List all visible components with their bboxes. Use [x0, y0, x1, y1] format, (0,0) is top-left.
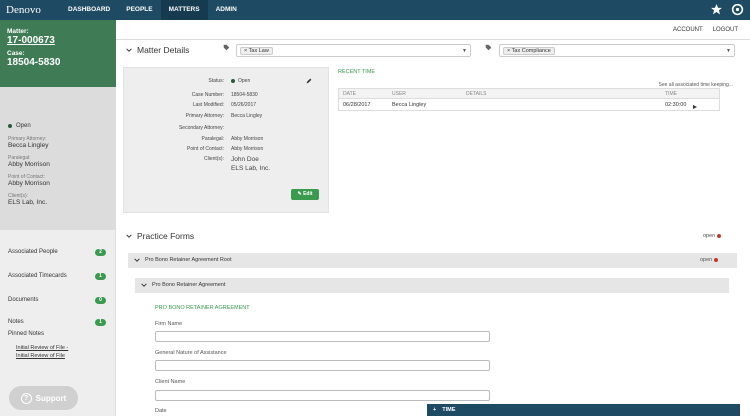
- practice-forms-header[interactable]: Practice Forms: [126, 231, 194, 241]
- form-root-row[interactable]: Pro Bono Retainer Agreement Root open: [128, 253, 737, 268]
- matter-number[interactable]: 17-000673: [7, 35, 109, 46]
- recent-time-title: RECENT TIME: [338, 69, 376, 75]
- pinned-note-link[interactable]: Initial Review of File: [0, 352, 116, 360]
- form-sub-row[interactable]: Pro Bono Retainer Agreement: [135, 278, 729, 293]
- pinned-note-link[interactable]: Initial Review of File -: [0, 344, 116, 352]
- firm-name-input[interactable]: [155, 331, 490, 342]
- table-header: DATE USER DETAILS TIME: [339, 89, 719, 99]
- sidebar-item-associated-timecards[interactable]: Associated Timecards 1: [0, 264, 116, 288]
- matter-header: Matter: 17-000673 Case: 18504-5830: [0, 20, 116, 87]
- sidebar-item-documents[interactable]: Documents 0: [0, 288, 116, 312]
- client-name-input[interactable]: [155, 390, 490, 401]
- chevron-down-icon: [141, 283, 147, 287]
- time-bar[interactable]: + TIME: [427, 404, 740, 416]
- gear-icon[interactable]: [731, 3, 744, 16]
- top-nav: Denovo DASHBOARD PEOPLE MATTERS ADMIN: [0, 0, 750, 20]
- tag-chip[interactable]: × Tax Law: [240, 47, 273, 55]
- matter-details-header[interactable]: Matter Details: [126, 45, 189, 55]
- sidebar-item-notes[interactable]: Notes 1: [0, 318, 116, 330]
- open-indicator: open: [703, 233, 722, 239]
- sidebar-list: Associated People 2 Associated Timecards…: [0, 240, 116, 360]
- logout-link[interactable]: LOGOUT: [713, 27, 738, 33]
- chevron-down-icon: [126, 48, 132, 52]
- tag-chip[interactable]: × Tax Compliance: [503, 47, 555, 55]
- count-badge: 1: [95, 272, 106, 280]
- case-number: 18504-5830: [7, 57, 61, 68]
- nature-label: General Nature of Assistance: [155, 350, 227, 356]
- status-dot-icon: [231, 79, 235, 83]
- tab-matters[interactable]: MATTERS: [160, 0, 208, 20]
- firm-name-label: Firm Name: [155, 321, 183, 327]
- nav-icons: [710, 3, 744, 16]
- open-indicator: open: [700, 257, 719, 263]
- status-dot-icon: [8, 124, 12, 128]
- practice-forms-title: Practice Forms: [137, 231, 195, 241]
- chevron-down-icon: ▼: [726, 48, 731, 54]
- sub-area-select[interactable]: × Tax Compliance ▼: [499, 44, 735, 57]
- matter-summary: Open Primary Attorney: Becca Lingley Par…: [0, 87, 116, 230]
- tab-admin[interactable]: ADMIN: [208, 0, 245, 20]
- nature-input[interactable]: [155, 360, 490, 371]
- edit-button[interactable]: ✎ Edit: [291, 189, 319, 200]
- status-dot-icon: [714, 258, 719, 262]
- recent-time-table: DATE USER DETAILS TIME 06/28/2017 Becca …: [338, 88, 720, 111]
- chevron-down-icon: [134, 258, 140, 262]
- app-logo[interactable]: Denovo: [6, 4, 60, 16]
- chevron-down-icon: [126, 234, 132, 238]
- chevron-down-icon: ▼: [462, 48, 467, 54]
- date-label: Date: [155, 408, 167, 414]
- account-bar: ACCOUNT LOGOUT: [116, 20, 750, 40]
- matter-label: Matter:: [7, 28, 29, 35]
- practice-area-select[interactable]: × Tax Law ▼: [236, 44, 471, 57]
- sidebar-item-associated-people[interactable]: Associated People 2: [0, 240, 116, 264]
- case-label: Case:: [7, 50, 25, 57]
- tab-people[interactable]: PEOPLE: [118, 0, 160, 20]
- form-title: PRO BONO RETAINER AGREEMENT: [155, 305, 250, 311]
- pinned-notes-label: Pinned Notes: [8, 331, 45, 337]
- status-dot-icon: [717, 234, 722, 238]
- clients: ELS Lab, Inc.: [8, 199, 48, 206]
- count-badge: 0: [95, 296, 106, 304]
- tab-dashboard[interactable]: DASHBOARD: [60, 0, 118, 20]
- plus-icon: +: [433, 407, 437, 413]
- support-button[interactable]: ? Support: [9, 386, 78, 410]
- contact: Abby Morrison: [8, 180, 50, 187]
- pencil-icon[interactable]: [306, 78, 312, 84]
- account-link[interactable]: ACCOUNT: [673, 27, 703, 33]
- primary-attorney: Becca Lingley: [8, 142, 49, 149]
- matter-details-title: Matter Details: [137, 45, 190, 55]
- star-icon[interactable]: [710, 3, 723, 16]
- client-name-label: Client Name: [155, 379, 186, 385]
- count-badge: 2: [95, 248, 106, 256]
- table-row[interactable]: 06/28/2017 Becca Lingley 02:30:00: [339, 99, 719, 111]
- help-icon: ?: [20, 392, 32, 404]
- tag-icon: [223, 44, 230, 51]
- matter-details-panel: Status: Open Case Number: 18504-5830 Las…: [123, 67, 329, 213]
- paralegal: Abby Morrison: [8, 161, 50, 168]
- tag-icon: [485, 44, 492, 51]
- status-text: Open: [16, 123, 31, 129]
- count-badge: 1: [95, 319, 106, 326]
